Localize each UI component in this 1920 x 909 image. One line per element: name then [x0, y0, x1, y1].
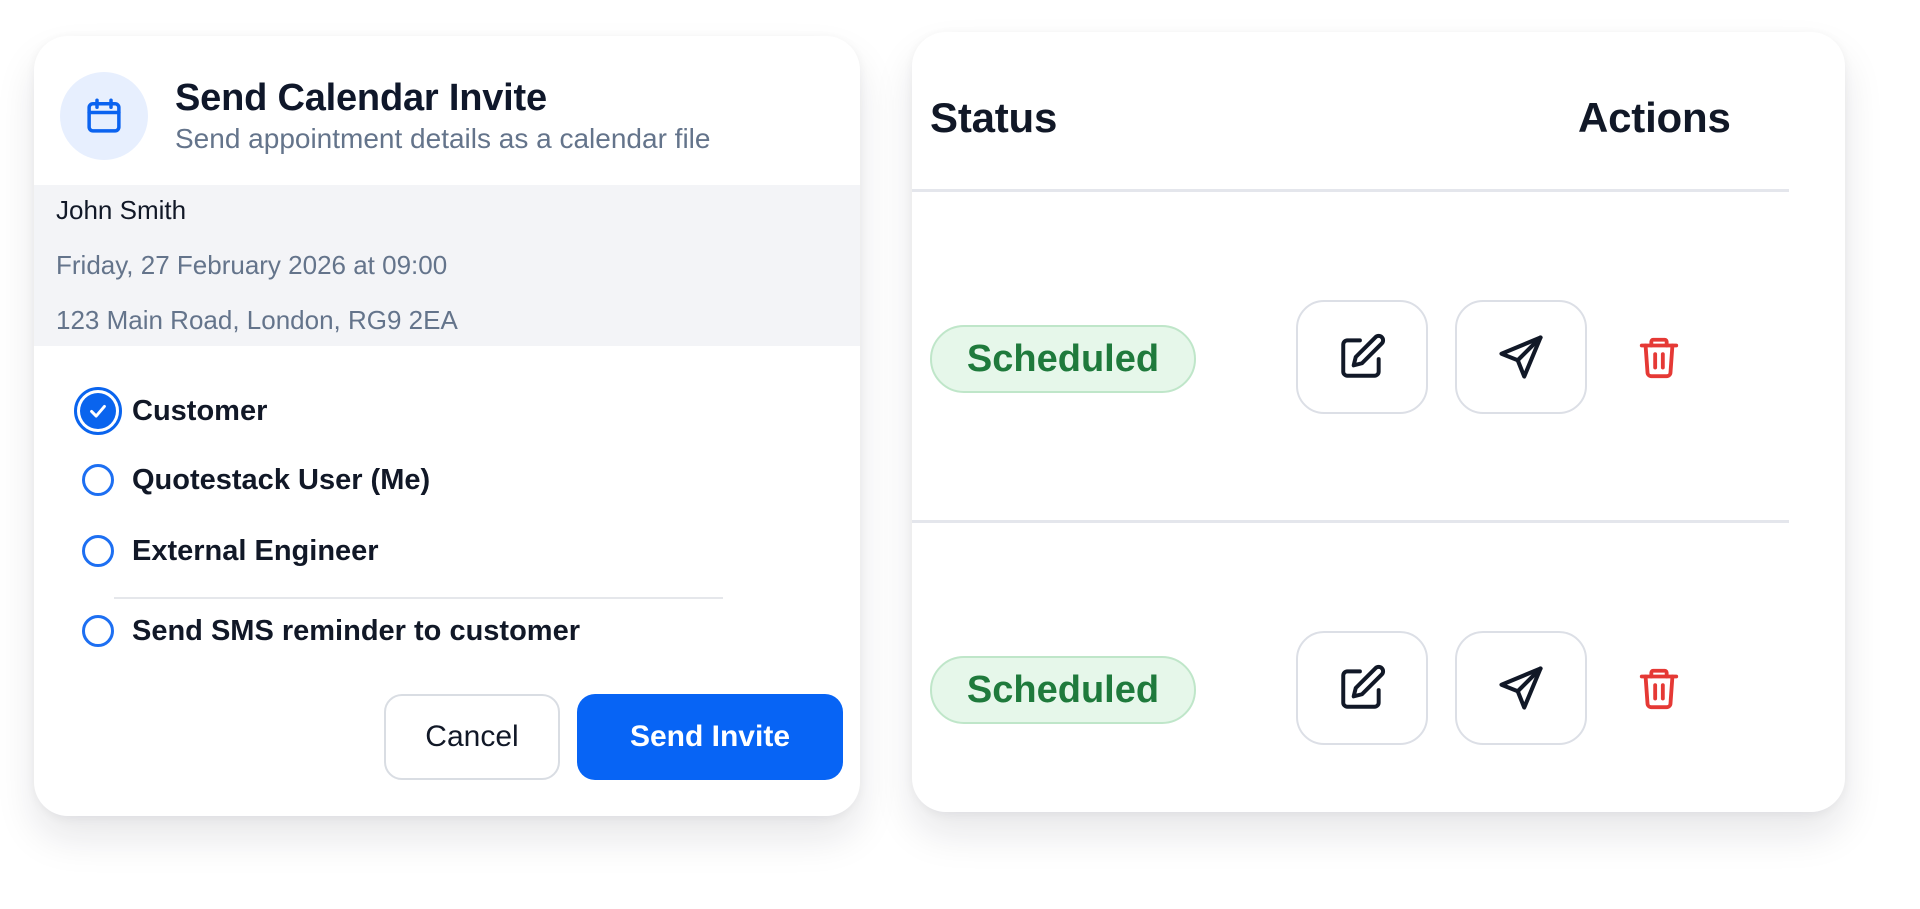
external-engineer-radio[interactable] — [82, 535, 114, 567]
table-row: Scheduled — [912, 300, 1789, 414]
appointments-table: Status Actions Scheduled Scheduled — [912, 32, 1845, 812]
sms-reminder-label: Send SMS reminder to customer — [132, 614, 580, 647]
quotestack-user-radio[interactable] — [82, 464, 114, 496]
sms-reminder-option[interactable]: Send SMS reminder to customer — [80, 607, 580, 655]
edit-icon — [1341, 664, 1386, 709]
dialog-subtitle: Send appointment details as a calendar f… — [175, 123, 711, 154]
edit-button[interactable] — [1296, 631, 1428, 745]
delete-button[interactable] — [1634, 663, 1684, 713]
recipient-label: Quotestack User (Me) — [132, 463, 431, 496]
check-icon — [90, 404, 106, 418]
options-divider — [114, 597, 723, 599]
status-badge: Scheduled — [930, 325, 1196, 393]
cancel-button[interactable]: Cancel — [384, 694, 560, 780]
edit-icon — [1341, 333, 1386, 378]
recipient-option-customer[interactable]: Customer — [74, 387, 268, 435]
calendar-icon — [87, 98, 121, 133]
header-divider — [912, 189, 1789, 192]
table-row: Scheduled — [912, 631, 1789, 745]
send-button[interactable] — [1455, 631, 1587, 745]
trash-icon — [1639, 337, 1679, 379]
send-icon — [1499, 666, 1543, 710]
status-badge: Scheduled — [930, 656, 1196, 724]
dialog-title: Send Calendar Invite — [175, 77, 547, 119]
send-invite-dialog: Send Calendar Invite Send appointment de… — [34, 36, 860, 816]
appointment-address: 123 Main Road, London, RG9 2EA — [56, 305, 458, 335]
status-column-header: Status — [930, 94, 1058, 141]
calendar-icon-badge — [60, 72, 148, 160]
delete-button[interactable] — [1634, 332, 1684, 382]
send-button[interactable] — [1455, 300, 1587, 414]
edit-button[interactable] — [1296, 300, 1428, 414]
appointment-datetime: Friday, 27 February 2026 at 09:00 — [56, 250, 448, 280]
row-divider — [912, 520, 1789, 523]
actions-column-header: Actions — [1578, 94, 1731, 141]
dialog-header: Send Calendar Invite Send appointment de… — [60, 72, 710, 160]
send-invite-button[interactable]: Send Invite — [577, 694, 843, 780]
trash-icon — [1639, 668, 1679, 710]
appointment-details: John Smith Friday, 27 February 2026 at 0… — [34, 185, 860, 346]
recipient-label: External Engineer — [132, 534, 379, 567]
recipient-option-engineer[interactable]: External Engineer — [80, 527, 379, 575]
send-icon — [1499, 335, 1543, 379]
recipient-label: Customer — [132, 394, 268, 427]
recipient-option-me[interactable]: Quotestack User (Me) — [80, 456, 430, 504]
customer-radio[interactable] — [74, 387, 122, 435]
customer-name: John Smith — [56, 195, 187, 225]
sms-reminder-radio[interactable] — [82, 615, 114, 647]
